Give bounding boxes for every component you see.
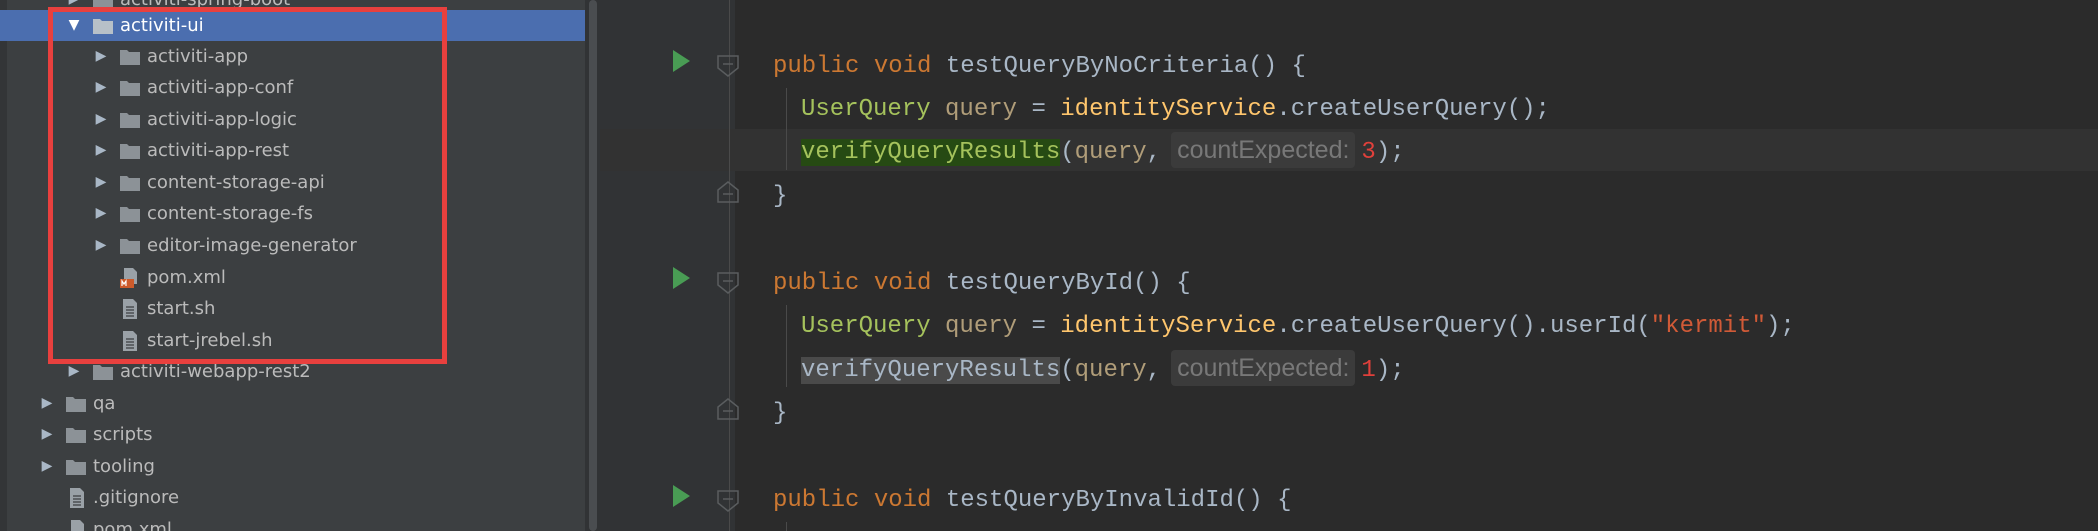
code-line-69[interactable]: verifyQueryResults(query, countExpected: 3… [773,131,1405,174]
tree-item-label: scripts [93,424,153,445]
method-call: verifyQueryResults [801,139,1061,166]
string-literal: "kermit" [1650,313,1766,340]
tree-item-label: qa [93,393,116,414]
expand-arrow-icon[interactable]: ▶ [39,451,55,482]
keyword: public [773,270,860,297]
run-test-icon[interactable] [671,266,691,290]
file-icon [70,488,84,508]
folder-icon [93,365,113,380]
variable: query [1074,139,1147,166]
variable: query [945,313,1018,340]
keyword: void [873,487,932,514]
tree-item-scripts[interactable]: ▶ scripts [0,419,600,450]
code-text: , [1146,357,1162,384]
keyword: public [773,487,860,514]
maven-file-icon [68,520,84,531]
code-line-75[interactable]: } [773,392,787,435]
gutter-separator [729,0,730,531]
code-text: .createUserQuery(); [1276,96,1550,123]
variable: query [1074,357,1147,384]
code-line-67[interactable]: public void testQueryByNoCriteria() { [773,45,1306,88]
tree-item-label: pom.xml [93,519,172,531]
tree-scrollbar-thumb[interactable] [589,0,597,531]
parameter-hint: countExpected: [1171,350,1356,386]
code-text: ( [1060,357,1075,384]
code-text: () { [1248,53,1306,80]
number-literal: 1 [1361,357,1376,384]
parameter-hint: countExpected: [1171,132,1356,168]
editor-gutter [600,0,735,531]
expand-arrow-icon[interactable]: ▶ [39,388,55,419]
code-text: ); [1766,313,1795,340]
run-test-icon[interactable] [671,484,691,508]
code-line-72[interactable]: public void testQueryById() { [773,262,1191,305]
keyword: void [873,53,932,80]
method-name: testQueryByInvalidId [945,487,1234,514]
tree-item-label: .gitignore [93,487,180,508]
code-text: () { [1233,487,1292,514]
expand-arrow-icon[interactable]: ▶ [39,419,55,450]
code-text: () { [1133,270,1191,297]
folder-icon [66,460,86,475]
code-text: = [1017,313,1061,340]
tree-item-label: tooling [93,456,155,477]
tree-item-qa[interactable]: ▶ qa [0,388,600,419]
tree-item-root-pom-xml[interactable]: pom.xml [0,514,600,531]
code-line-77[interactable]: public void testQueryByInvalidId() { [773,479,1292,522]
code-text: ); [1375,357,1405,384]
run-test-icon[interactable] [671,49,691,73]
code-line-70[interactable]: } [773,175,787,218]
code-line-68[interactable]: UserQuery query = identityService.create… [773,88,1550,131]
tree-item-tooling[interactable]: ▶ tooling [0,451,600,482]
variable: query [945,96,1018,123]
field: identityService [1060,313,1277,340]
type-name: UserQuery [801,96,931,123]
code-text: ( [1060,139,1075,166]
folder-icon [66,397,86,412]
code-text: .createUserQuery().userId( [1276,313,1651,340]
annotation-highlight-box [48,7,447,364]
method-name: testQueryById [945,270,1134,297]
code-line-74[interactable]: verifyQueryResults(query, countExpected: 1… [773,349,1405,392]
code-text: , [1146,139,1162,166]
folder-icon [66,428,86,443]
method-name: testQueryByNoCriteria [945,53,1249,80]
code-text: } [773,183,788,210]
code-text: = [1017,96,1061,123]
field: identityService [1060,96,1277,123]
method-call: verifyQueryResults [801,357,1061,384]
type-name: UserQuery [801,313,931,340]
code-text: } [773,400,788,427]
code-text: ); [1375,139,1405,166]
tree-item-gitignore[interactable]: .gitignore [0,482,600,513]
keyword: public [773,53,860,80]
code-line-73[interactable]: UserQuery query = identityService.create… [773,305,1795,348]
keyword: void [873,270,932,297]
project-tree: ▶ activiti-spring-boot ▼ activiti-ui ▶ a… [0,0,600,531]
number-literal: 3 [1361,139,1376,166]
